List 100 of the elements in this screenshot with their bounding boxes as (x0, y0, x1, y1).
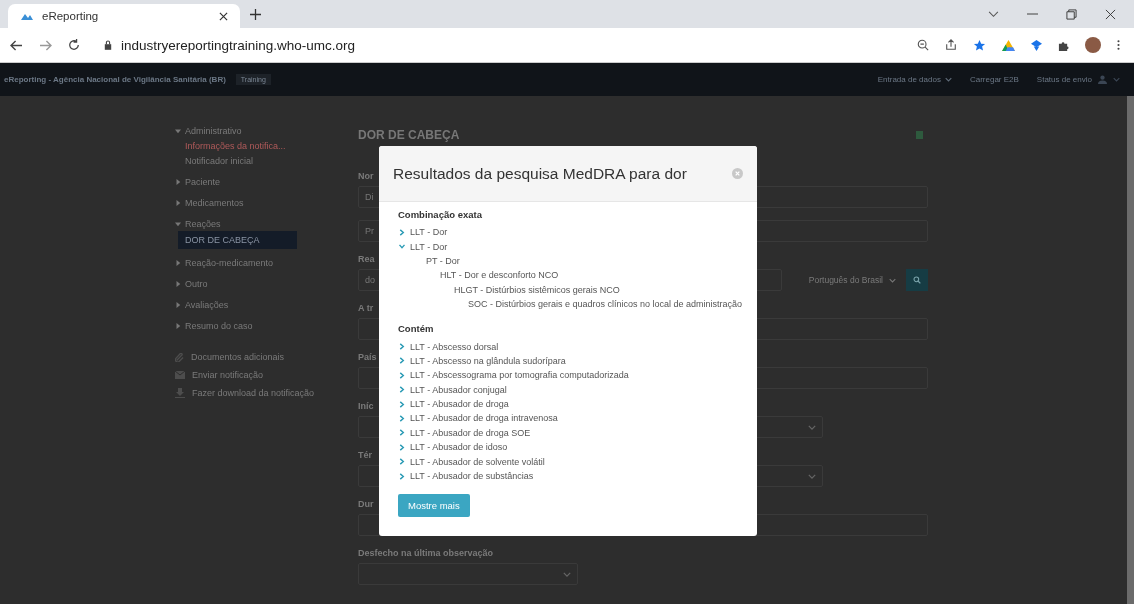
chevron-right-icon[interactable] (398, 371, 406, 379)
page-title: DOR DE CABEÇA (358, 128, 460, 142)
term-item[interactable]: HLGT - Distúrbios sistêmicos gerais NCO (454, 284, 620, 295)
status-icon (916, 131, 923, 139)
sidebar-section[interactable]: Outro (185, 278, 208, 289)
term-item[interactable]: LLT - Dor (410, 227, 448, 238)
sidebar-section[interactable]: Reações (185, 218, 221, 229)
caret-icon[interactable] (1113, 77, 1120, 82)
chevron-down-icon (808, 424, 816, 430)
search-button[interactable] (906, 269, 928, 291)
sidebar-section[interactable]: Medicamentos (185, 197, 244, 208)
close-icon[interactable] (1105, 8, 1116, 20)
lock-icon (104, 40, 112, 50)
field-label: Nor (358, 171, 374, 181)
envelope-icon (175, 371, 185, 379)
term-item[interactable]: LLT - Abusador de substâncias (410, 471, 534, 482)
chevron-down-icon[interactable] (988, 10, 999, 18)
field-label: A tr (358, 303, 374, 313)
term-item[interactable]: LLT - Abusador de droga intravenosa (410, 413, 558, 424)
caret-down-icon[interactable] (175, 220, 181, 227)
sidebar-link[interactable]: Documentos adicionais (191, 352, 285, 362)
term-item[interactable]: LLT - Abusador de solvente volátil (410, 456, 545, 467)
dialog-title: Resultados da pesquisa MedDRA para dor (393, 164, 687, 183)
field-label: País (358, 352, 377, 362)
chevron-right-icon[interactable] (398, 429, 406, 437)
language-select[interactable]: Português do Brasil (786, 275, 902, 285)
sidebar-section[interactable]: Administrativo (185, 125, 242, 136)
field-label: Iníc (358, 401, 374, 411)
chevron-right-icon[interactable] (398, 357, 406, 365)
term-item[interactable]: SOC - Distúrbios gerais e quadros clínicos no local de administração (468, 299, 743, 310)
term-item[interactable]: LLT - Abusador de droga SOE (410, 427, 531, 438)
sidebar-section[interactable]: Paciente (185, 176, 221, 187)
caret-right-icon[interactable] (175, 259, 181, 266)
nav-link[interactable]: Entrada de dados (877, 75, 952, 84)
caret-right-icon[interactable] (175, 199, 181, 206)
sidebar-link[interactable]: Enviar notificação (192, 370, 264, 380)
share-icon[interactable] (945, 39, 957, 51)
sidebar-item[interactable]: Notificador inicial (175, 153, 353, 168)
sidebar-item[interactable]: Informações da notifica... (175, 138, 353, 153)
caret-right-icon[interactable] (175, 178, 181, 185)
close-icon[interactable] (219, 11, 228, 21)
term-item[interactable]: LLT - Abusador de idoso (410, 442, 508, 453)
field-label: Desfecho na última observação (358, 548, 494, 558)
chevron-right-icon[interactable] (398, 343, 406, 351)
sidebar-item[interactable]: DOR DE CABEÇA (178, 231, 297, 249)
caret-down-icon[interactable] (175, 127, 181, 134)
download-icon (175, 388, 185, 398)
chevron-right-icon[interactable] (398, 443, 406, 451)
chevron-down-icon (808, 473, 816, 479)
paperclip-icon (175, 352, 184, 362)
chevron-down-icon[interactable] (398, 244, 406, 250)
puzzle-icon[interactable] (1058, 39, 1069, 51)
section-heading: Combinação exata (398, 209, 483, 220)
browser-tab[interactable]: eReporting (8, 4, 240, 28)
term-item[interactable]: LLT - Dor (410, 241, 448, 252)
shield-icon[interactable] (1031, 39, 1042, 51)
caret-right-icon[interactable] (175, 301, 181, 308)
sidebar-link[interactable]: Fazer download da notificação (192, 388, 315, 398)
sidebar-section[interactable]: Avaliações (185, 299, 229, 310)
scrollbar[interactable] (1127, 96, 1134, 604)
term-item[interactable]: PT - Dor (426, 255, 460, 266)
user-icon[interactable] (1098, 75, 1107, 84)
triangle-icon[interactable] (1002, 39, 1015, 51)
zoom-icon[interactable] (917, 39, 929, 51)
restore-icon[interactable] (1066, 8, 1077, 20)
section-heading: Contém (398, 323, 435, 335)
avatar-icon[interactable] (1085, 37, 1101, 53)
chevron-right-icon[interactable] (398, 472, 406, 480)
field-label: Rea (358, 254, 375, 264)
chevron-right-icon[interactable] (398, 415, 406, 422)
term-item[interactable]: LLT - Abusador conjugal (410, 384, 507, 395)
new-tab-icon[interactable] (250, 8, 261, 20)
more-icon[interactable] (1117, 39, 1120, 51)
forward-icon[interactable] (39, 39, 52, 51)
app-title[interactable]: eReporting - Agência Nacional de Vigilância Sanitária (BR) (4, 75, 226, 84)
term-item[interactable]: HLT - Dor e desconforto NCO (440, 270, 559, 281)
address-field[interactable]: industryereportingtraining.who-umc.org (96, 32, 901, 58)
tab-title: eReporting (42, 10, 100, 22)
chevron-right-icon[interactable] (398, 228, 406, 236)
term-item[interactable]: LLT - Abscessograma por tomografia computadorizada (410, 370, 629, 381)
nav-link[interactable]: Status de envio (1036, 75, 1092, 84)
nav-link[interactable]: Carregar E2B (969, 75, 1019, 84)
field-label: Tér (358, 450, 372, 460)
select-field[interactable] (358, 563, 578, 585)
star-icon[interactable] (973, 38, 986, 52)
chevron-right-icon[interactable] (398, 386, 406, 394)
term-item[interactable]: LLT - Abscesso dorsal (410, 341, 499, 352)
chevron-down-icon (889, 277, 896, 283)
search-icon (913, 276, 921, 284)
chevron-right-icon[interactable] (398, 458, 406, 466)
field-label: Dur (358, 499, 374, 509)
caret-right-icon[interactable] (175, 280, 181, 287)
reload-icon[interactable] (68, 39, 80, 51)
chevron-right-icon[interactable] (398, 400, 406, 408)
sidebar-section[interactable]: Reação-medicamento (185, 257, 274, 268)
term-item[interactable]: LLT - Abusador de droga (410, 399, 509, 410)
back-icon[interactable] (10, 39, 23, 51)
term-item[interactable]: LLT - Abscesso na glândula sudorípara (410, 355, 566, 366)
caret-right-icon[interactable] (175, 322, 181, 329)
sidebar-section[interactable]: Resumo do caso (185, 320, 253, 331)
